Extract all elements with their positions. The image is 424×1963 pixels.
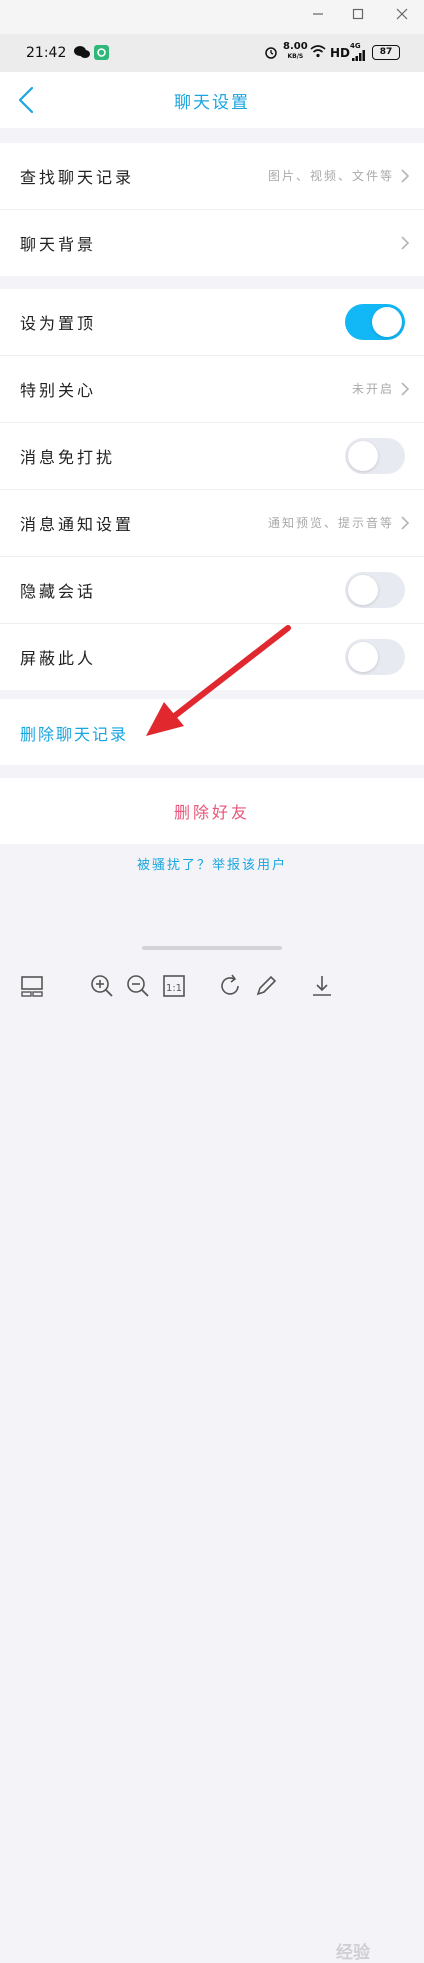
thumbnail-view-icon[interactable] (18, 972, 46, 1000)
annotation-arrow-icon (146, 625, 291, 736)
gesture-handle[interactable] (142, 946, 282, 950)
edit-pencil-icon[interactable] (252, 972, 280, 1000)
actual-size-icon[interactable]: 1:1 (160, 972, 188, 1000)
zoom-in-icon[interactable] (88, 972, 116, 1000)
download-icon[interactable] (308, 972, 336, 1000)
zoom-out-icon[interactable] (124, 972, 152, 1000)
rotate-icon[interactable] (216, 972, 244, 1000)
viewer-toolbar: 1:1 经验 (0, 960, 424, 1963)
watermark-logo: 经验 (336, 1943, 370, 1963)
svg-text:1:1: 1:1 (166, 983, 182, 994)
